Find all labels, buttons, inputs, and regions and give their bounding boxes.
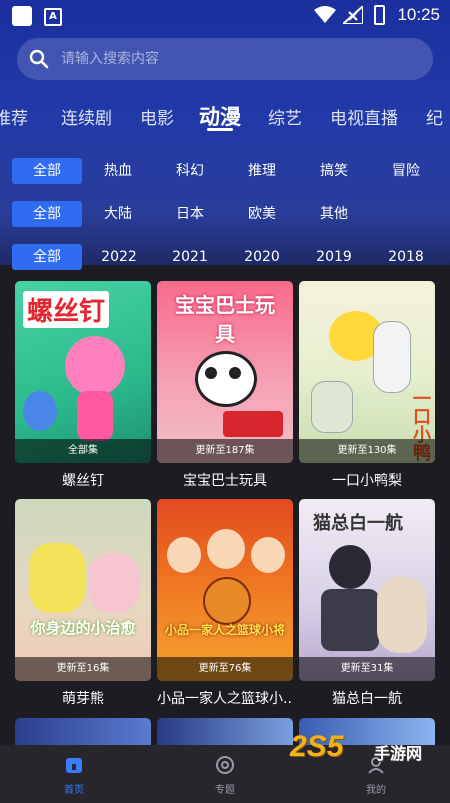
tab-anime[interactable]: 动漫 bbox=[199, 101, 241, 131]
search-bar[interactable] bbox=[17, 38, 433, 80]
video-card-partial[interactable] bbox=[15, 718, 151, 745]
man-body bbox=[321, 589, 379, 651]
nav-topic[interactable]: 专题 bbox=[185, 745, 265, 803]
basketball-figure bbox=[203, 577, 251, 625]
nav-home-label: 首页 bbox=[64, 785, 84, 796]
filter-genre-scifi[interactable]: 科幻 bbox=[176, 158, 204, 184]
character-face bbox=[207, 529, 245, 569]
a-icon: A bbox=[44, 8, 62, 26]
card-title[interactable]: 猫总白一航 bbox=[299, 688, 435, 708]
status-bar: A 10:25 bbox=[0, 0, 450, 32]
filter-genre-comedy[interactable]: 搞笑 bbox=[320, 158, 348, 184]
filter-genre-hot-blood[interactable]: 热血 bbox=[104, 158, 132, 184]
card-title[interactable]: 螺丝钉 bbox=[15, 470, 151, 490]
poster[interactable]: 你身边的小治愈 更新至16集 bbox=[15, 499, 151, 681]
poster-title: 宝宝巴士玩具 bbox=[175, 293, 275, 346]
poster-title: 螺丝钉 bbox=[23, 291, 110, 328]
battery-icon bbox=[374, 5, 385, 25]
card-title[interactable]: 小品一家人之篮球小... bbox=[157, 688, 293, 708]
filter-genre-mystery[interactable]: 推理 bbox=[248, 158, 276, 184]
topic-icon bbox=[216, 756, 234, 774]
nav-topic-label: 专题 bbox=[215, 785, 235, 796]
notification-icon bbox=[12, 6, 32, 26]
watermark-number: 2S5 bbox=[290, 730, 344, 763]
watermark-logo: 2S5 手游网 bbox=[290, 730, 430, 770]
woman-figure bbox=[377, 577, 427, 653]
poster[interactable]: 螺丝钉 全部集 bbox=[15, 281, 151, 463]
filter-region-japan[interactable]: 日本 bbox=[176, 201, 204, 227]
poster-title: 小品一家人之篮球小将 bbox=[164, 623, 285, 637]
pink-bear-figure bbox=[89, 553, 139, 613]
tab-variety[interactable]: 综艺 bbox=[268, 104, 302, 129]
filter-region-all[interactable]: 全部 bbox=[12, 201, 82, 227]
search-input[interactable] bbox=[61, 38, 421, 80]
character-figure bbox=[65, 336, 125, 396]
card-title[interactable]: 一口小鸭梨 bbox=[299, 470, 435, 490]
tab-documentary[interactable]: 纪 bbox=[426, 104, 443, 129]
card-title[interactable]: 萌芽熊 bbox=[15, 688, 151, 708]
poster[interactable]: 一口小鸭 更新至130集 bbox=[299, 281, 435, 463]
poster-title: 猫总白一航 bbox=[313, 513, 403, 534]
tab-tv-live[interactable]: 电视直播 bbox=[330, 104, 398, 129]
sage-figure bbox=[373, 321, 411, 393]
episode-badge: 更新至187集 bbox=[157, 439, 293, 463]
video-card-partial[interactable] bbox=[157, 718, 293, 745]
signal-icon bbox=[343, 6, 363, 24]
yellow-bear-figure bbox=[29, 543, 85, 613]
filter-genre-all[interactable]: 全部 bbox=[12, 158, 82, 184]
character-face bbox=[251, 537, 285, 573]
clock: 10:25 bbox=[397, 5, 440, 24]
character-body bbox=[77, 391, 113, 441]
episode-badge: 更新至130集 bbox=[299, 439, 435, 463]
man-figure bbox=[329, 545, 371, 589]
fire-truck-toy bbox=[223, 411, 283, 437]
poster[interactable]: 小品一家人之篮球小将 更新至76集 bbox=[157, 499, 293, 681]
panda-eye bbox=[229, 367, 241, 379]
active-tab-indicator bbox=[207, 128, 233, 131]
episode-badge: 更新至16集 bbox=[15, 657, 151, 681]
nav-profile-label: 我的 bbox=[366, 785, 386, 796]
elder-figure bbox=[311, 381, 353, 433]
filter-year-2019[interactable]: 2019 bbox=[299, 244, 369, 270]
poster-title: 你身边的小治愈 bbox=[30, 619, 136, 637]
panda-figure bbox=[195, 351, 257, 407]
panda-eye bbox=[205, 367, 217, 379]
episode-badge: 全部集 bbox=[15, 439, 151, 463]
filter-region-other[interactable]: 其他 bbox=[320, 201, 348, 227]
tab-recommend[interactable]: 推荐 bbox=[0, 104, 28, 129]
wifi-icon bbox=[314, 6, 336, 23]
episode-badge: 更新至76集 bbox=[157, 657, 293, 681]
home-icon bbox=[66, 758, 82, 773]
episode-badge: 更新至31集 bbox=[299, 657, 435, 681]
filter-year-2022[interactable]: 2022 bbox=[84, 244, 154, 270]
filter-year-all[interactable]: 全部 bbox=[12, 244, 82, 270]
tab-series[interactable]: 连续剧 bbox=[61, 104, 112, 129]
character-face bbox=[167, 537, 201, 573]
watermark-text: 手游网 bbox=[374, 744, 423, 763]
filter-region-mainland[interactable]: 大陆 bbox=[104, 201, 132, 227]
nav-home[interactable]: 首页 bbox=[34, 745, 114, 803]
poster[interactable]: 猫总白一航 更新至31集 bbox=[299, 499, 435, 681]
filter-region-west[interactable]: 欧美 bbox=[248, 201, 276, 227]
robot-figure bbox=[23, 391, 57, 431]
filter-year-2018[interactable]: 2018 bbox=[371, 244, 441, 270]
tab-movie[interactable]: 电影 bbox=[140, 104, 174, 129]
filter-genre-adventure[interactable]: 冒险 bbox=[392, 158, 420, 184]
search-icon bbox=[29, 49, 49, 69]
filter-year-2021[interactable]: 2021 bbox=[155, 244, 225, 270]
poster[interactable]: 宝宝巴士玩具 更新至187集 bbox=[157, 281, 293, 463]
filter-year-2020[interactable]: 2020 bbox=[227, 244, 297, 270]
card-title[interactable]: 宝宝巴士玩具 bbox=[157, 470, 293, 490]
